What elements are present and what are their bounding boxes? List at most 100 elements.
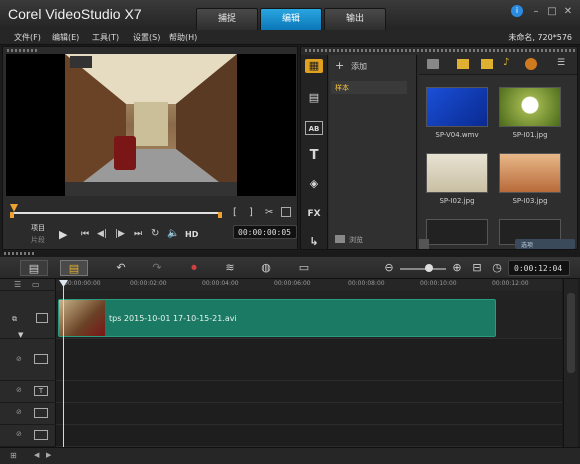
- auto-music-icon[interactable]: ◍: [256, 260, 276, 276]
- zoom-in-icon[interactable]: ⊕: [450, 260, 464, 276]
- menu-tools[interactable]: 工具(T): [92, 32, 119, 43]
- mode-clip[interactable]: 片段: [31, 235, 45, 245]
- add-folder-button[interactable]: 添加: [351, 61, 367, 72]
- menu-file[interactable]: 文件(F): [14, 32, 41, 43]
- overlay-track-icon[interactable]: [34, 354, 48, 364]
- music-track[interactable]: [56, 425, 562, 447]
- scroll-left-icon[interactable]: ◀: [34, 451, 39, 459]
- scrubber-track[interactable]: [13, 212, 221, 214]
- timeline-vertical-scrollbar[interactable]: [563, 279, 578, 447]
- mark-in-button[interactable]: [: [233, 207, 237, 218]
- subtitle-icon[interactable]: ▭: [294, 260, 314, 276]
- thumbnail-video[interactable]: [426, 87, 488, 127]
- storyboard-view-icon[interactable]: ▤: [20, 260, 48, 276]
- media-icon[interactable]: ▦: [305, 59, 323, 73]
- panel-grip[interactable]: [4, 252, 34, 255]
- folder-icon[interactable]: [427, 59, 439, 69]
- filter-icon[interactable]: FX: [305, 207, 323, 221]
- link-icon[interactable]: ⊘: [16, 355, 22, 363]
- link-icon[interactable]: ⊘: [16, 430, 22, 438]
- instant-project-icon[interactable]: ▤: [305, 91, 323, 105]
- title-icon[interactable]: T: [305, 149, 323, 163]
- scrubber-handle[interactable]: [10, 204, 18, 212]
- options-button[interactable]: 选项: [515, 239, 575, 249]
- fit-icon[interactable]: ⊟: [470, 260, 484, 276]
- voice-track[interactable]: [56, 403, 562, 425]
- preview-window[interactable]: [6, 54, 296, 196]
- next-frame-icon[interactable]: |▶: [115, 229, 125, 239]
- timeline-timecode-box[interactable]: 0:00:12:04: [508, 260, 570, 276]
- zoom-slider[interactable]: [400, 268, 446, 270]
- menu-settings[interactable]: 设置(S): [133, 32, 160, 43]
- online-icon[interactable]: [525, 58, 537, 70]
- track-visibility-icon[interactable]: [36, 313, 48, 323]
- tab-edit[interactable]: 编辑: [260, 8, 322, 30]
- title-track[interactable]: [56, 381, 562, 403]
- list-view-icon[interactable]: ☰: [557, 58, 565, 68]
- path-icon[interactable]: ↳: [305, 235, 323, 249]
- title-track-icon[interactable]: T: [34, 386, 48, 396]
- collapse-icon[interactable]: [419, 239, 429, 249]
- track-manager-icon[interactable]: ☰: [14, 280, 21, 289]
- browse-icon[interactable]: [335, 235, 345, 243]
- thumbnail-audio[interactable]: [426, 219, 488, 245]
- chapter-icon[interactable]: ▭: [32, 280, 40, 289]
- minimize-icon[interactable]: –: [530, 6, 542, 18]
- zoom-out-icon[interactable]: ⊖: [382, 260, 396, 276]
- show-video-icon[interactable]: [457, 59, 469, 69]
- add-track-icon[interactable]: ⊞: [10, 451, 17, 460]
- add-icon[interactable]: +: [335, 59, 344, 72]
- timecode-box[interactable]: 00:00:00:05: [233, 225, 297, 239]
- hd-button[interactable]: HD: [185, 230, 198, 239]
- trim-start-marker[interactable]: [10, 212, 14, 218]
- zoom-slider-handle[interactable]: [425, 264, 433, 272]
- repeat-icon[interactable]: ↻: [151, 228, 159, 239]
- home-icon[interactable]: ⏮: [81, 229, 89, 239]
- link-icon[interactable]: ⊘: [16, 386, 22, 394]
- playhead[interactable]: [63, 281, 64, 447]
- close-icon[interactable]: ✕: [562, 6, 574, 18]
- show-audio-icon[interactable]: ♪: [503, 57, 509, 68]
- graphics-icon[interactable]: ◈: [305, 177, 323, 191]
- timecode-value[interactable]: 00:00:00:05: [238, 228, 291, 237]
- tab-share[interactable]: 输出: [324, 8, 386, 30]
- clock-icon[interactable]: ◷: [490, 260, 504, 276]
- menu-edit[interactable]: 编辑(E): [52, 32, 79, 43]
- overlay-track[interactable]: [56, 339, 562, 381]
- menu-help[interactable]: 帮助(H): [169, 32, 197, 43]
- video-clip[interactable]: tps 2015-10-01 17-10-15-21.avi: [58, 299, 496, 337]
- cut-icon[interactable]: ✂: [265, 207, 273, 218]
- music-track-icon[interactable]: [34, 430, 48, 440]
- tab-capture[interactable]: 捕捉: [196, 8, 258, 30]
- volume-icon[interactable]: 🔈: [167, 228, 179, 239]
- audio-mix-icon[interactable]: ≋: [220, 260, 240, 276]
- redo-icon[interactable]: ↷: [148, 260, 166, 276]
- thumbnail-photo[interactable]: [499, 87, 561, 127]
- panel-grip[interactable]: [7, 49, 37, 52]
- voice-track-icon[interactable]: [34, 408, 48, 418]
- timeline-ruler[interactable]: 00:00:00:00 00:00:02:00 00:00:04:00 00:0…: [56, 279, 562, 291]
- trim-end-marker[interactable]: [218, 212, 222, 218]
- browse-button[interactable]: 浏览: [349, 235, 363, 245]
- scroll-thumb[interactable]: [567, 293, 575, 373]
- show-photo-icon[interactable]: [481, 59, 493, 69]
- maximize-icon[interactable]: □: [546, 6, 558, 18]
- end-icon[interactable]: ⏭: [134, 229, 142, 239]
- scroll-right-icon[interactable]: ▶: [46, 451, 51, 459]
- help-icon[interactable]: i: [511, 5, 523, 17]
- enlarge-icon[interactable]: [281, 207, 291, 217]
- thumbnail-photo[interactable]: [426, 153, 488, 193]
- panel-grip[interactable]: [305, 49, 575, 52]
- expand-icon[interactable]: ▼: [18, 331, 23, 339]
- timeline-timecode[interactable]: 0:00:12:04: [514, 264, 562, 273]
- folder-item-samples[interactable]: 样本: [331, 81, 407, 94]
- prev-frame-icon[interactable]: ◀|: [97, 229, 107, 239]
- thumbnail-photo[interactable]: [499, 153, 561, 193]
- play-icon[interactable]: ▶: [59, 228, 67, 241]
- timeline-view-icon[interactable]: ▤: [60, 260, 88, 276]
- mark-out-button[interactable]: ]: [249, 207, 253, 218]
- video-track-icon[interactable]: ⧉: [12, 315, 17, 324]
- transition-icon[interactable]: AB: [305, 121, 323, 135]
- link-icon[interactable]: ⊘: [16, 408, 22, 416]
- record-icon[interactable]: ⏺: [184, 260, 204, 276]
